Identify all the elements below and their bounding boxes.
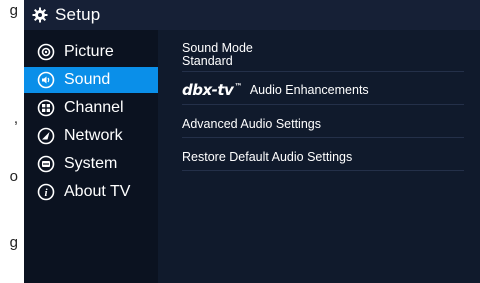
picture-icon — [37, 43, 55, 61]
advanced-audio-settings-row[interactable]: Advanced Audio Settings — [182, 112, 464, 138]
sound-mode-value: Standard — [182, 54, 233, 68]
menu-header: Setup — [24, 0, 480, 30]
network-icon — [37, 127, 55, 145]
background-page-text: g , o g — [0, 0, 22, 283]
background-fragment: , — [13, 110, 18, 127]
settings-sidebar: Picture Sound Channel Network System i A… — [24, 30, 158, 283]
advanced-audio-settings-label: Advanced Audio Settings — [182, 117, 321, 131]
restore-default-audio-settings-row[interactable]: Restore Default Audio Settings — [182, 144, 464, 171]
channel-icon — [37, 99, 55, 117]
sidebar-item-picture[interactable]: Picture — [24, 39, 158, 65]
svg-text:i: i — [44, 187, 48, 199]
restore-default-audio-settings-label: Restore Default Audio Settings — [182, 149, 353, 164]
menu-title: Setup — [55, 5, 101, 24]
system-icon — [37, 155, 55, 173]
sidebar-item-sound[interactable]: Sound — [24, 67, 158, 93]
sound-settings-panel: Sound Mode Standard dbx-tv™ Audio Enhanc… — [158, 30, 480, 283]
dbx-audio-enhancements-row[interactable]: dbx-tv™ Audio Enhancements — [182, 76, 464, 105]
sidebar-item-channel[interactable]: Channel — [24, 95, 158, 121]
dbx-audio-enhancements-label: Audio Enhancements — [249, 82, 369, 97]
sidebar-item-label: Network — [64, 127, 123, 144]
background-fragment: o — [9, 168, 18, 185]
background-fragment: g — [9, 2, 18, 19]
tv-setup-menu: Setup Picture Sound Channel Network Syst… — [24, 0, 480, 283]
sidebar-item-label: Picture — [64, 43, 114, 60]
speaker-icon — [37, 71, 55, 89]
sidebar-item-system[interactable]: System — [24, 151, 158, 177]
sidebar-item-label: Channel — [64, 99, 124, 116]
background-fragment: g — [9, 234, 18, 251]
sidebar-item-about-tv[interactable]: i About TV — [24, 179, 158, 205]
sidebar-item-label: System — [64, 155, 118, 172]
dbx-tv-logo: dbx-tv™ — [182, 81, 242, 99]
sidebar-item-label: About TV — [64, 183, 131, 200]
info-icon: i — [37, 183, 55, 201]
gear-icon — [32, 7, 48, 23]
sidebar-item-network[interactable]: Network — [24, 123, 158, 149]
sound-mode-row[interactable]: Sound Mode Standard — [182, 42, 464, 72]
sidebar-item-label: Sound — [64, 71, 111, 88]
